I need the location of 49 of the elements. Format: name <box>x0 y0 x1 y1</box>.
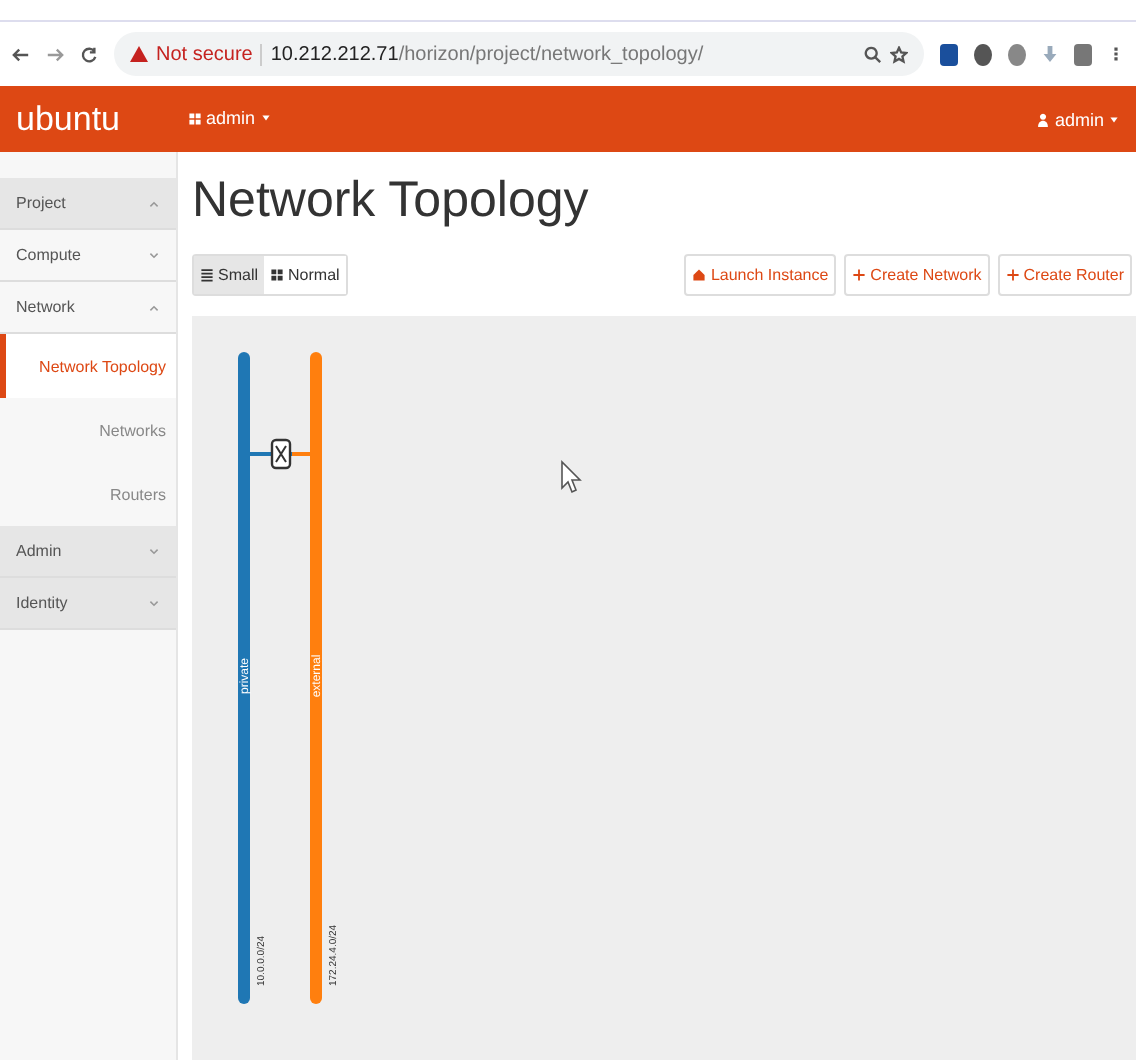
star-icon[interactable] <box>890 45 908 63</box>
sidebar-label: Admin <box>16 542 62 560</box>
sidebar-section[interactable]: Project <box>0 178 176 230</box>
sidebar-label: Compute <box>16 246 81 264</box>
create-button[interactable]: Create Network <box>844 254 990 296</box>
extension-icon[interactable] <box>1008 43 1026 65</box>
menu-icon[interactable] <box>1108 44 1124 64</box>
user-menu[interactable]: admin <box>1036 109 1120 129</box>
grid-icon <box>188 111 202 126</box>
collapse-chevron-icon <box>148 301 160 313</box>
router-icon[interactable] <box>270 438 292 470</box>
caret-icon <box>1108 113 1120 125</box>
view-toggle-button[interactable]: Small <box>194 256 265 294</box>
collapse-chevron-icon <box>148 197 160 209</box>
address-bar[interactable]: Not secure 10.212.212.71/horizon/project/network_topology/ <box>114 32 924 76</box>
caret-icon <box>259 112 272 125</box>
reload-icon[interactable] <box>80 45 98 63</box>
extension-icon[interactable] <box>1074 43 1092 65</box>
zoom-icon[interactable] <box>864 45 882 63</box>
create-button[interactable]: Create Router <box>997 254 1132 296</box>
logo[interactable]: ubuntu <box>16 99 188 139</box>
sidebar-section[interactable]: Compute <box>0 230 176 282</box>
expand-chevron-icon <box>148 249 160 261</box>
sidebar-item[interactable]: Networks <box>0 398 176 462</box>
page-title: Network Topology <box>192 172 591 230</box>
sidebar-section[interactable]: Admin <box>0 526 176 578</box>
launch-button[interactable]: Launch Instance <box>684 254 837 296</box>
sidebar-label: Project <box>16 194 66 212</box>
plus-icon <box>852 268 867 282</box>
extension-icon[interactable] <box>974 43 992 65</box>
project-menu[interactable]: admin <box>188 108 272 129</box>
expand-chevron-icon <box>148 597 160 609</box>
sidebar-section[interactable]: Identity <box>0 578 176 630</box>
extension-icon[interactable] <box>940 43 958 65</box>
sidebar-label: Identity <box>16 594 68 612</box>
plus-icon <box>1005 268 1020 282</box>
grid-icon <box>270 268 285 282</box>
sidebar-item[interactable]: Network Topology <box>0 334 176 398</box>
user-icon <box>1036 111 1051 127</box>
sidebar-item[interactable]: Routers <box>0 462 176 526</box>
mouse-cursor-icon <box>561 460 582 494</box>
warning-icon <box>130 46 148 62</box>
expand-chevron-icon <box>148 545 160 557</box>
security-label: Not secure <box>156 43 253 65</box>
sidebar-label: Network <box>16 298 75 316</box>
url-text: 10.212.212.71/horizon/project/network_topology/ <box>260 43 704 65</box>
back-icon[interactable] <box>12 45 30 63</box>
forward-icon[interactable] <box>46 45 64 63</box>
list-icon <box>200 268 214 282</box>
